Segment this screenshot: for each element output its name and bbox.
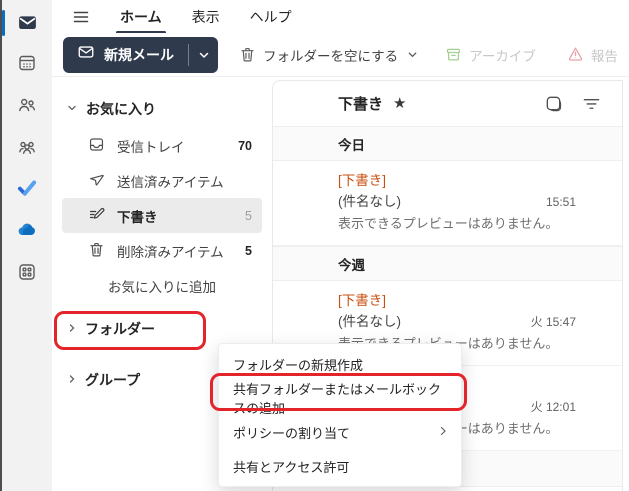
message-preview: 表示できるプレビューはありません。 <box>338 213 606 235</box>
item-count-badge: 5 <box>245 209 252 223</box>
empty-folder-button[interactable]: フォルダーを空にする <box>239 45 418 65</box>
tab-home-label: ホーム <box>120 9 162 25</box>
app-rail <box>0 0 52 491</box>
envelope-icon <box>77 43 95 66</box>
draft-tag: [下書き] <box>338 290 606 311</box>
message-subject: (件名なし) <box>338 191 401 213</box>
new-mail-dropdown-button[interactable] <box>189 37 218 73</box>
trash-icon <box>88 241 105 261</box>
empty-folder-label: フォルダーを空にする <box>263 45 398 65</box>
menu-item-label: ポリシーの割り当て <box>233 423 350 442</box>
chevron-collapsed-icon <box>66 321 78 337</box>
mail-icon[interactable] <box>16 11 38 33</box>
favorites-header[interactable]: お気に入り <box>66 94 270 124</box>
sidebar-item-inbox[interactable]: 受信トレイ 70 <box>52 128 270 163</box>
report-alert-icon <box>567 46 584 63</box>
message-time: 火 12:01 <box>531 398 606 415</box>
new-mail-button[interactable]: 新規メール <box>63 37 218 73</box>
menu-item-label: 共有フォルダーまたはメールボックスの追加 <box>233 379 449 417</box>
sidebar-item-deleted[interactable]: 削除済みアイテム 5 <box>52 233 270 268</box>
window-edge <box>0 0 2 491</box>
outlook-app-window: ホーム 表示 ヘルプ 新規メール フォルダーを空にする <box>0 0 629 491</box>
archive-button: アーカイブ <box>445 45 536 65</box>
rail-selection-indicator <box>2 10 5 36</box>
menu-item-assign-policy[interactable]: ポリシーの割り当て <box>219 415 461 449</box>
folder-context-menu: フォルダーの新規作成 共有フォルダーまたはメールボックスの追加 ポリシーの割り当… <box>218 343 462 487</box>
draft-pencil-icon <box>88 206 105 226</box>
chevron-expanded-icon <box>66 101 78 117</box>
new-mail-main[interactable]: 新規メール <box>63 37 188 73</box>
trash-icon <box>239 46 256 63</box>
message-list-header: 下書き ★ <box>273 81 622 126</box>
draft-tag: [下書き] <box>338 170 606 191</box>
send-icon <box>88 171 105 191</box>
group-header-today[interactable]: 今日 <box>273 126 622 161</box>
message-time: 15:51 <box>546 195 606 209</box>
menu-item-sharing-permissions[interactable]: 共有とアクセス許可 <box>219 449 461 483</box>
group-header-label: 今週 <box>338 254 365 274</box>
group-header-label: 今日 <box>338 134 365 154</box>
menu-item-label: 共有とアクセス許可 <box>233 457 349 476</box>
chevron-down-icon <box>407 49 418 60</box>
groups-icon[interactable] <box>16 136 38 158</box>
tab-view[interactable]: 表示 <box>190 1 222 33</box>
message-subject: (件名なし) <box>338 311 401 333</box>
favorites-header-label: お気に入り <box>86 99 156 119</box>
archive-label: アーカイブ <box>469 45 536 65</box>
report-button: 報告 <box>567 45 629 65</box>
list-title: 下書き <box>338 93 383 114</box>
chevron-collapsed-icon <box>66 372 78 388</box>
unread-count-badge: 5 <box>245 244 252 258</box>
add-to-favorites-button[interactable]: お気に入りに追加 <box>52 268 270 303</box>
sidebar-item-label: 下書き <box>117 206 158 226</box>
report-label: 報告 <box>591 45 618 65</box>
calendar-icon[interactable] <box>16 52 38 74</box>
archive-icon <box>445 46 462 63</box>
message-time: 火 15:47 <box>531 313 606 330</box>
tab-home[interactable]: ホーム <box>118 1 164 33</box>
add-to-favorites-label: お気に入りに追加 <box>108 276 216 296</box>
message-row[interactable]: [下書き] (件名なし) 15:51 表示できるプレビューはありません。 <box>273 161 622 246</box>
select-messages-icon[interactable] <box>542 93 564 115</box>
hamburger-menu-icon[interactable] <box>70 6 92 28</box>
favorite-star-icon[interactable]: ★ <box>393 96 406 111</box>
ribbon-toolbar: 新規メール フォルダーを空にする アーカイブ <box>52 33 629 77</box>
tab-help[interactable]: ヘルプ <box>248 1 294 33</box>
sidebar-item-label: 削除済みアイテム <box>117 241 224 261</box>
ribbon-tab-bar: ホーム 表示 ヘルプ <box>52 0 629 33</box>
menu-item-create-new-folder[interactable]: フォルダーの新規作成 <box>219 347 461 381</box>
sidebar-group-folders[interactable]: フォルダー <box>52 311 270 347</box>
groups-label: グループ <box>85 370 140 390</box>
more-apps-icon[interactable] <box>16 261 38 283</box>
menu-item-label: フォルダーの新規作成 <box>233 355 363 374</box>
todo-icon[interactable] <box>16 177 38 199</box>
menu-item-add-shared-folder[interactable]: 共有フォルダーまたはメールボックスの追加 <box>219 381 461 415</box>
sidebar-item-label: 受信トレイ <box>117 136 185 156</box>
sidebar-item-label: 送信済みアイテム <box>117 171 224 191</box>
tab-help-label: ヘルプ <box>250 9 292 25</box>
folders-label: フォルダー <box>85 319 155 339</box>
tab-view-label: 表示 <box>192 9 220 25</box>
people-icon[interactable] <box>16 94 38 116</box>
inbox-icon <box>88 136 105 156</box>
sidebar-item-drafts[interactable]: 下書き 5 <box>62 198 262 233</box>
submenu-chevron-icon <box>437 425 449 440</box>
group-header-this-week[interactable]: 今週 <box>273 246 622 281</box>
new-mail-label: 新規メール <box>104 45 174 65</box>
onedrive-icon[interactable] <box>16 219 38 241</box>
unread-count-badge: 70 <box>238 139 252 153</box>
sidebar-item-sent[interactable]: 送信済みアイテム <box>52 163 270 198</box>
filter-icon[interactable] <box>580 93 602 115</box>
